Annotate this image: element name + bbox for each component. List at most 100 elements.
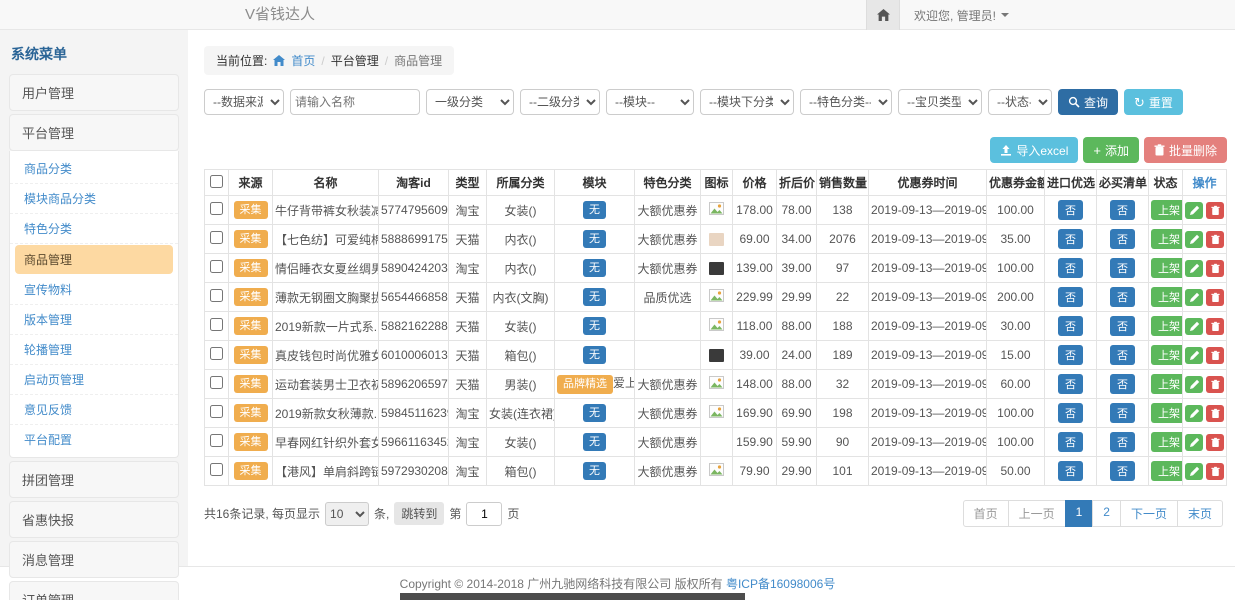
edit-button[interactable]: [1185, 405, 1203, 422]
module-sub-category-select[interactable]: --模块下分类--: [700, 89, 794, 115]
must-buy-toggle[interactable]: 否: [1110, 461, 1135, 481]
per-page-select[interactable]: 10: [325, 502, 369, 526]
delete-button[interactable]: [1206, 434, 1224, 451]
pager-page-2[interactable]: 2: [1092, 500, 1121, 527]
edit-button[interactable]: [1185, 376, 1203, 393]
page-jump-input[interactable]: [466, 502, 502, 526]
edit-button[interactable]: [1185, 434, 1203, 451]
import-toggle[interactable]: 否: [1058, 374, 1083, 394]
delete-button[interactable]: [1206, 260, 1224, 277]
row-checkbox[interactable]: [210, 463, 223, 476]
data-source-select[interactable]: --数据来源--: [204, 89, 284, 115]
edit-button[interactable]: [1185, 347, 1203, 364]
delete-button[interactable]: [1206, 318, 1224, 335]
row-checkbox[interactable]: [210, 376, 223, 389]
import-toggle[interactable]: 否: [1058, 316, 1083, 336]
edit-button[interactable]: [1185, 463, 1203, 480]
must-buy-toggle[interactable]: 否: [1110, 287, 1135, 307]
reset-button[interactable]: ↻ 重置: [1124, 89, 1183, 115]
must-buy-toggle[interactable]: 否: [1110, 258, 1135, 278]
pager-first[interactable]: 首页: [963, 500, 1009, 527]
edit-button[interactable]: [1185, 231, 1203, 248]
sidebar-item[interactable]: 轮播管理: [10, 335, 178, 365]
row-checkbox[interactable]: [210, 434, 223, 447]
must-buy-toggle[interactable]: 否: [1110, 200, 1135, 220]
sidebar-item[interactable]: 商品分类: [10, 154, 178, 184]
delete-button[interactable]: [1206, 376, 1224, 393]
pager-prev[interactable]: 上一页: [1008, 500, 1066, 527]
status-toggle[interactable]: 上架: [1151, 229, 1183, 249]
delete-button[interactable]: [1206, 289, 1224, 306]
row-checkbox[interactable]: [210, 289, 223, 302]
row-checkbox[interactable]: [210, 202, 223, 215]
sidebar-group[interactable]: 用户管理: [9, 74, 179, 111]
user-dropdown[interactable]: 欢迎您, 管理员!: [914, 7, 1009, 24]
batch-delete-button[interactable]: 批量删除: [1144, 137, 1227, 163]
feature-category-select[interactable]: --特色分类--: [800, 89, 892, 115]
level2-category-select[interactable]: --二级分类--: [520, 89, 600, 115]
status-toggle[interactable]: 上架: [1151, 461, 1183, 481]
row-checkbox[interactable]: [210, 318, 223, 331]
sidebar-group[interactable]: 消息管理: [9, 541, 179, 578]
icp-link[interactable]: 粤ICP备16098006号: [726, 577, 835, 591]
sidebar-item[interactable]: 版本管理: [10, 305, 178, 335]
import-toggle[interactable]: 否: [1058, 403, 1083, 423]
sidebar-item[interactable]: 宣传物料: [10, 275, 178, 305]
row-checkbox[interactable]: [210, 231, 223, 244]
name-input[interactable]: [290, 89, 420, 115]
status-toggle[interactable]: 上架: [1151, 200, 1183, 220]
import-excel-button[interactable]: 导入excel: [990, 137, 1078, 163]
select-all-checkbox[interactable]: [210, 175, 223, 188]
breadcrumb-home-link[interactable]: 首页: [291, 52, 315, 69]
import-toggle[interactable]: 否: [1058, 287, 1083, 307]
status-toggle[interactable]: 上架: [1151, 258, 1183, 278]
pager-last[interactable]: 末页: [1177, 500, 1223, 527]
pager-page-1[interactable]: 1: [1065, 500, 1094, 527]
must-buy-toggle[interactable]: 否: [1110, 403, 1135, 423]
sidebar-group[interactable]: 省惠快报: [9, 501, 179, 538]
item-type-select[interactable]: --宝贝类型--: [898, 89, 982, 115]
sidebar-group[interactable]: 订单管理: [9, 581, 179, 600]
sidebar-item[interactable]: 商品管理: [15, 245, 173, 274]
sidebar-item[interactable]: 意见反馈: [10, 395, 178, 425]
edit-button[interactable]: [1185, 318, 1203, 335]
add-button[interactable]: + 添加: [1083, 137, 1139, 163]
delete-button[interactable]: [1206, 231, 1224, 248]
sidebar-item[interactable]: 特色分类: [10, 214, 178, 244]
status-toggle[interactable]: 上架: [1151, 287, 1183, 307]
status-select[interactable]: --状态--: [988, 89, 1052, 115]
row-checkbox[interactable]: [210, 405, 223, 418]
must-buy-toggle[interactable]: 否: [1110, 345, 1135, 365]
module-select[interactable]: --模块--: [606, 89, 694, 115]
edit-button[interactable]: [1185, 202, 1203, 219]
status-toggle[interactable]: 上架: [1151, 432, 1183, 452]
status-toggle[interactable]: 上架: [1151, 316, 1183, 336]
import-toggle[interactable]: 否: [1058, 229, 1083, 249]
level1-category-select[interactable]: 一级分类: [426, 89, 514, 115]
home-button[interactable]: [866, 0, 900, 30]
delete-button[interactable]: [1206, 347, 1224, 364]
status-toggle[interactable]: 上架: [1151, 403, 1183, 423]
row-checkbox[interactable]: [210, 347, 223, 360]
must-buy-toggle[interactable]: 否: [1110, 432, 1135, 452]
sidebar-group[interactable]: 拼团管理: [9, 461, 179, 498]
delete-button[interactable]: [1206, 202, 1224, 219]
must-buy-toggle[interactable]: 否: [1110, 316, 1135, 336]
row-checkbox[interactable]: [210, 260, 223, 273]
edit-button[interactable]: [1185, 260, 1203, 277]
delete-button[interactable]: [1206, 463, 1224, 480]
pager-next[interactable]: 下一页: [1120, 500, 1178, 527]
search-button[interactable]: 查询: [1058, 89, 1118, 115]
edit-button[interactable]: [1185, 289, 1203, 306]
status-toggle[interactable]: 上架: [1151, 345, 1183, 365]
must-buy-toggle[interactable]: 否: [1110, 374, 1135, 394]
sidebar-item[interactable]: 启动页管理: [10, 365, 178, 395]
import-toggle[interactable]: 否: [1058, 200, 1083, 220]
import-toggle[interactable]: 否: [1058, 258, 1083, 278]
sidebar-item[interactable]: 平台配置: [10, 425, 178, 454]
jump-button[interactable]: 跳转到: [394, 502, 444, 525]
delete-button[interactable]: [1206, 405, 1224, 422]
sidebar-group[interactable]: 平台管理: [9, 114, 179, 151]
must-buy-toggle[interactable]: 否: [1110, 229, 1135, 249]
import-toggle[interactable]: 否: [1058, 432, 1083, 452]
